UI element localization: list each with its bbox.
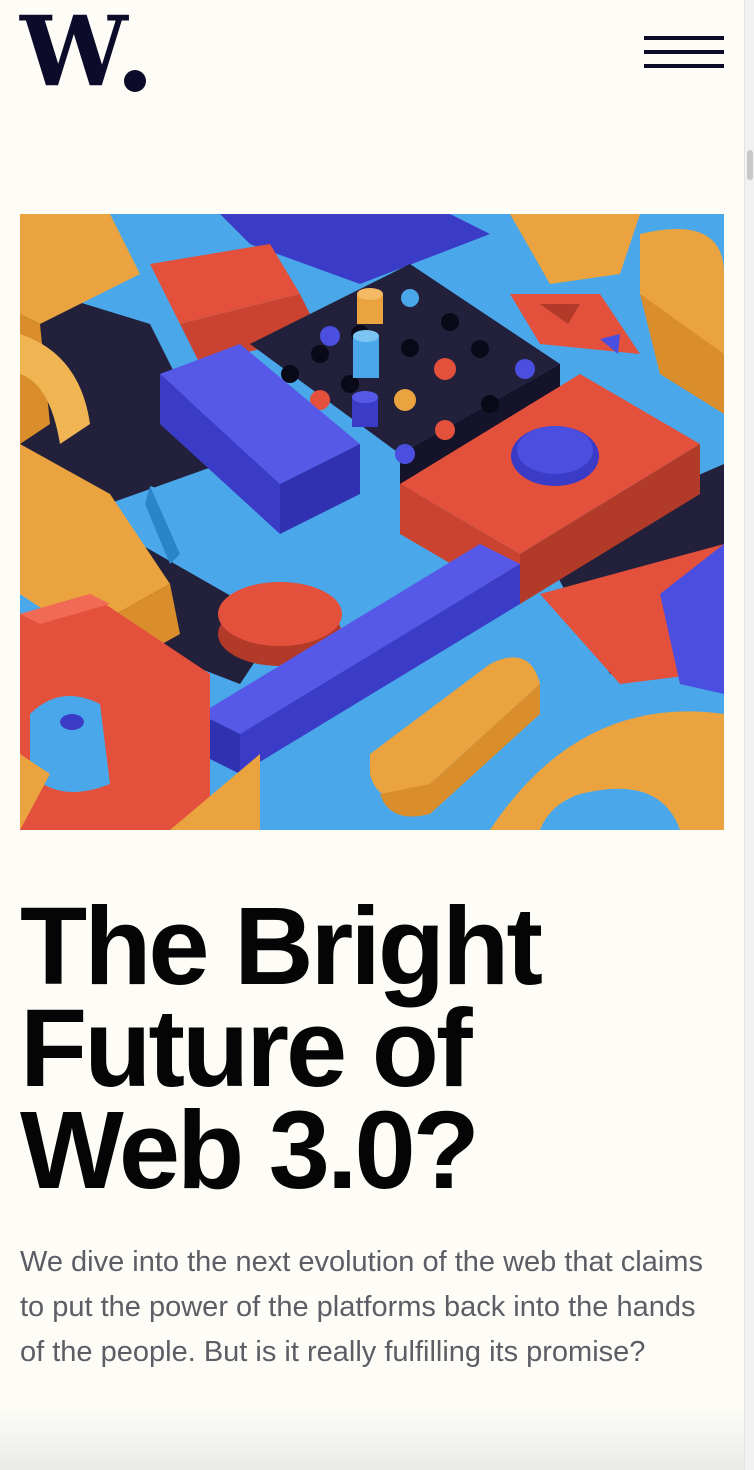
hamburger-menu-icon[interactable] [644, 36, 724, 72]
scrollbar[interactable] [744, 0, 754, 1470]
hero-image [20, 214, 724, 830]
article-summary: We dive into the next evolution of the w… [20, 1246, 703, 1368]
bottom-fade [0, 1410, 744, 1470]
menu-bar-bottom [644, 64, 724, 68]
site-logo[interactable]: W [20, 4, 146, 100]
page: W The Bright Future of Web 3.0? We dive … [0, 0, 744, 1470]
title-line-1: The Bright [20, 885, 543, 1008]
article-title: The Bright Future of Web 3.0? [20, 885, 724, 1212]
logo-dot [123, 70, 146, 92]
title-line-3: Web 3.0? [20, 1089, 480, 1212]
logo-text: W [20, 0, 128, 108]
abstract-blocks-illustration [20, 214, 724, 830]
menu-bar-top [644, 36, 724, 40]
scrollbar-thumb[interactable] [747, 150, 753, 180]
menu-bar-middle [644, 50, 724, 54]
title-line-2: Future of [20, 987, 473, 1110]
